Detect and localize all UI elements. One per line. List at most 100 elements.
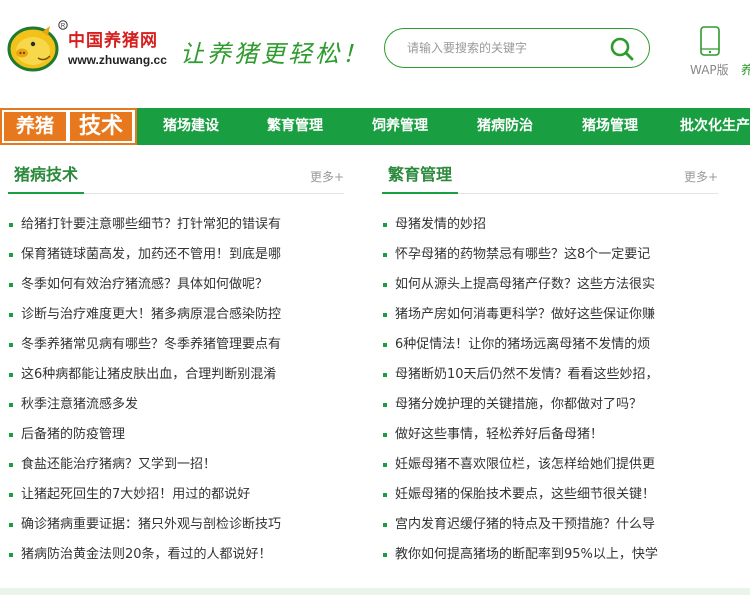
list-item[interactable]: 母猪发情的妙招 bbox=[382, 210, 718, 240]
list-item[interactable]: 保育猪链球菌高发，加药还不管用！到底是哪 bbox=[8, 240, 344, 270]
more-link[interactable]: 更多+ bbox=[310, 168, 344, 185]
bullet-icon bbox=[9, 463, 13, 467]
list-item[interactable]: 冬季养猪常见病有哪些？冬季养猪管理要点有 bbox=[8, 330, 344, 360]
list-item[interactable]: 诊断与治疗难度更大！猪多病原混合感染防控 bbox=[8, 300, 344, 330]
article-link[interactable]: 让猪起死回生的7大妙招！用过的都说好 bbox=[21, 487, 250, 502]
bullet-icon bbox=[383, 223, 387, 227]
breeding-management-section: 繁育管理 更多+ 母猪发情的妙招 怀孕母猪的药物禁忌有哪些？这8个一定要记 如何… bbox=[382, 158, 718, 562]
list-item[interactable]: 让猪起死回生的7大妙招！用过的都说好 bbox=[8, 480, 344, 510]
bullet-icon bbox=[383, 313, 387, 317]
bullet-icon bbox=[9, 493, 13, 497]
search-icon[interactable] bbox=[609, 36, 635, 62]
list-item[interactable]: 确诊猪病重要证据：猪只外观与剖检诊断技巧 bbox=[8, 510, 344, 540]
bullet-icon bbox=[9, 403, 13, 407]
list-item[interactable]: 宫内发育迟缓仔猪的特点及干预措施？什么导 bbox=[382, 510, 718, 540]
list-item[interactable]: 做好这些事情，轻松养好后备母猪！ bbox=[382, 420, 718, 450]
nav-item-feeding-management[interactable]: 饲养管理 bbox=[372, 108, 428, 145]
nav-item-disease-control[interactable]: 猪病防治 bbox=[477, 108, 533, 145]
header-link-truncated[interactable]: 养 bbox=[741, 61, 750, 78]
nav-item-farm-management[interactable]: 猪场管理 bbox=[582, 108, 638, 145]
list-item[interactable]: 母猪断奶10天后仍然不发情？看看这些妙招， bbox=[382, 360, 718, 390]
list-item[interactable]: 秋季注意猪流感多发 bbox=[8, 390, 344, 420]
list-item[interactable]: 冬季如何有效治疗猪流感？具体如何做呢？ bbox=[8, 270, 344, 300]
nav-brand-part-1: 养猪 bbox=[4, 112, 66, 141]
article-link[interactable]: 食盐还能治疗猪病？又学到一招！ bbox=[21, 457, 216, 472]
bullet-icon bbox=[383, 433, 387, 437]
article-link[interactable]: 猪病防治黄金法则20条，看过的人都说好！ bbox=[21, 547, 272, 562]
bullet-icon bbox=[9, 373, 13, 377]
logo-url: www.zhuwang.cc bbox=[68, 53, 167, 67]
bullet-icon bbox=[383, 463, 387, 467]
bullet-icon bbox=[383, 493, 387, 497]
list-item[interactable]: 这6种病都能让猪皮肤出血，合理判断别混淆 bbox=[8, 360, 344, 390]
bullet-icon bbox=[9, 313, 13, 317]
list-item[interactable]: 妊娠母猪不喜欢限位栏，该怎样给她们提供更 bbox=[382, 450, 718, 480]
svg-text:R: R bbox=[61, 23, 66, 29]
bullet-icon bbox=[383, 343, 387, 347]
article-list: 母猪发情的妙招 怀孕母猪的药物禁忌有哪些？这8个一定要记 如何从源头上提高母猪产… bbox=[382, 210, 718, 570]
bullet-icon bbox=[9, 523, 13, 527]
article-link[interactable]: 冬季如何有效治疗猪流感？具体如何做呢？ bbox=[21, 277, 268, 292]
search-input[interactable] bbox=[407, 38, 607, 58]
pig-logo-icon bbox=[7, 26, 59, 72]
nav-brand[interactable]: 养猪 技术 bbox=[0, 108, 137, 145]
bullet-icon bbox=[383, 283, 387, 287]
list-item[interactable]: 食盐还能治疗猪病？又学到一招！ bbox=[8, 450, 344, 480]
more-link[interactable]: 更多+ bbox=[684, 168, 718, 185]
list-item[interactable]: 后备猪的防疫管理 bbox=[8, 420, 344, 450]
list-item[interactable]: 妊娠母猪的保胎技术要点，这些细节很关键！ bbox=[382, 480, 718, 510]
article-link[interactable]: 如何从源头上提高母猪产仔数？这些方法很实 bbox=[395, 277, 655, 292]
article-link[interactable]: 母猪发情的妙招 bbox=[395, 217, 486, 232]
list-item[interactable]: 教你如何提高猪场的断配率到95%以上，快学 bbox=[382, 540, 718, 570]
article-link[interactable]: 教你如何提高猪场的断配率到95%以上，快学 bbox=[395, 547, 658, 562]
article-link[interactable]: 做好这些事情，轻松养好后备母猪！ bbox=[395, 427, 603, 442]
site-header: 中国养猪网 www.zhuwang.cc R 让养猪更轻松！ WAP版 养 bbox=[0, 0, 750, 108]
site-logo[interactable]: 中国养猪网 www.zhuwang.cc R bbox=[6, 20, 167, 76]
article-link[interactable]: 后备猪的防疫管理 bbox=[21, 427, 125, 442]
nav-item-farm-construction[interactable]: 猪场建设 bbox=[163, 108, 219, 145]
nav-item-batch-production[interactable]: 批次化生产 bbox=[680, 108, 750, 145]
section-header: 猪病技术 更多+ bbox=[8, 158, 344, 194]
article-link[interactable]: 母猪分娩护理的关键措施，你都做对了吗？ bbox=[395, 397, 642, 412]
article-link[interactable]: 秋季注意猪流感多发 bbox=[21, 397, 138, 412]
bullet-icon bbox=[9, 553, 13, 557]
article-link[interactable]: 诊断与治疗难度更大！猪多病原混合感染防控 bbox=[21, 307, 281, 322]
article-link[interactable]: 猪场产房如何消毒更科学？做好这些保证你赚 bbox=[395, 307, 655, 322]
list-item[interactable]: 猪病防治黄金法则20条，看过的人都说好！ bbox=[8, 540, 344, 570]
nav-item-breeding-management[interactable]: 繁育管理 bbox=[267, 108, 323, 145]
bullet-icon bbox=[383, 553, 387, 557]
list-item[interactable]: 给猪打针要注意哪些细节？打针常犯的错误有 bbox=[8, 210, 344, 240]
article-link[interactable]: 给猪打针要注意哪些细节？打针常犯的错误有 bbox=[21, 217, 281, 232]
article-link[interactable]: 这6种病都能让猪皮肤出血，合理判断别混淆 bbox=[21, 367, 276, 382]
article-link[interactable]: 怀孕母猪的药物禁忌有哪些？这8个一定要记 bbox=[395, 247, 650, 262]
list-item[interactable]: 母猪分娩护理的关键措施，你都做对了吗？ bbox=[382, 390, 718, 420]
bullet-icon bbox=[383, 373, 387, 377]
list-item[interactable]: 猪场产房如何消毒更科学？做好这些保证你赚 bbox=[382, 300, 718, 330]
article-link[interactable]: 6种促情法！让你的猪场远离母猪不发情的烦 bbox=[395, 337, 650, 352]
list-item[interactable]: 怀孕母猪的药物禁忌有哪些？这8个一定要记 bbox=[382, 240, 718, 270]
wap-version-link[interactable]: WAP版 bbox=[690, 61, 729, 78]
bullet-icon bbox=[9, 283, 13, 287]
nav-brand-part-2: 技术 bbox=[70, 112, 132, 141]
article-link[interactable]: 妊娠母猪的保胎技术要点，这些细节很关键！ bbox=[395, 487, 655, 502]
article-link[interactable]: 妊娠母猪不喜欢限位栏，该怎样给她们提供更 bbox=[395, 457, 655, 472]
footer-divider bbox=[0, 588, 750, 595]
bullet-icon bbox=[9, 253, 13, 257]
article-link[interactable]: 确诊猪病重要证据：猪只外观与剖检诊断技巧 bbox=[21, 517, 281, 532]
site-slogan: 让养猪更轻松！ bbox=[180, 40, 369, 68]
bullet-icon bbox=[9, 433, 13, 437]
article-link[interactable]: 母猪断奶10天后仍然不发情？看看这些妙招， bbox=[395, 367, 659, 382]
main-navigation: 养猪 技术 猪场建设 繁育管理 饲养管理 猪病防治 猪场管理 批次化生产 bbox=[0, 108, 750, 145]
bullet-icon bbox=[383, 403, 387, 407]
search-box bbox=[384, 28, 650, 68]
list-item[interactable]: 如何从源头上提高母猪产仔数？这些方法很实 bbox=[382, 270, 718, 300]
article-link[interactable]: 冬季养猪常见病有哪些？冬季养猪管理要点有 bbox=[21, 337, 281, 352]
section-title[interactable]: 繁育管理 bbox=[382, 158, 459, 194]
article-link[interactable]: 宫内发育迟缓仔猪的特点及干预措施？什么导 bbox=[395, 517, 655, 532]
registered-mark-icon: R bbox=[58, 20, 68, 30]
list-item[interactable]: 6种促情法！让你的猪场远离母猪不发情的烦 bbox=[382, 330, 718, 360]
article-link[interactable]: 保育猪链球菌高发，加药还不管用！到底是哪 bbox=[21, 247, 281, 262]
disease-tech-section: 猪病技术 更多+ 给猪打针要注意哪些细节？打针常犯的错误有 保育猪链球菌高发，加… bbox=[8, 158, 344, 562]
mobile-phone-icon[interactable] bbox=[688, 26, 732, 56]
section-title[interactable]: 猪病技术 bbox=[8, 158, 85, 194]
